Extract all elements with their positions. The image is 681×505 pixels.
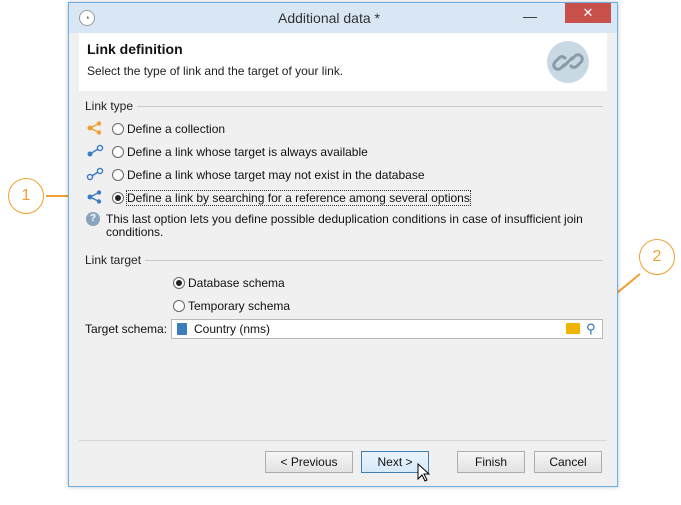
info-message: This last option lets you define possibl… — [106, 212, 583, 239]
folder-icon[interactable] — [566, 323, 580, 334]
link-target-label: Link target — [85, 253, 146, 267]
collection-icon — [87, 121, 102, 135]
option-database-schema[interactable]: Database schema — [188, 276, 285, 290]
callout-1: 1 — [8, 178, 44, 214]
cancel-button[interactable]: Cancel — [534, 451, 602, 473]
radio-define-link-may-not-exist[interactable] — [112, 169, 124, 181]
search-icon[interactable]: ⚲ — [586, 321, 600, 337]
title-bar: ◔ Additional data * — ✕ — [69, 3, 617, 33]
info-icon: ? — [86, 212, 100, 226]
link-icon — [86, 167, 104, 181]
option-define-collection[interactable]: Define a collection — [127, 122, 225, 136]
close-button[interactable]: ✕ — [565, 3, 611, 23]
link-target-divider — [85, 260, 603, 261]
finish-button[interactable]: Finish — [457, 451, 525, 473]
radio-define-link-by-searching[interactable] — [112, 192, 124, 204]
footer-separator — [79, 440, 607, 441]
option-define-link-always-available[interactable]: Define a link whose target is always ava… — [127, 145, 368, 159]
collection-icon — [87, 190, 102, 204]
option-temporary-schema[interactable]: Temporary schema — [188, 299, 290, 313]
link-badge-icon — [547, 41, 589, 83]
option-define-link-may-not-exist[interactable]: Define a link whose target may not exist… — [127, 168, 425, 182]
option-define-link-by-searching[interactable]: Define a link by searching for a referen… — [126, 190, 471, 206]
radio-define-collection[interactable] — [112, 123, 124, 135]
link-type-divider — [85, 106, 603, 107]
page-subtitle: Select the type of link and the target o… — [87, 64, 344, 78]
mouse-pointer-icon — [417, 463, 431, 482]
target-schema-field[interactable]: Country (nms) ⚲ — [171, 319, 603, 339]
radio-database-schema[interactable] — [173, 277, 185, 289]
dialog-window: ◔ Additional data * — ✕ Link definition … — [68, 2, 618, 487]
target-schema-label: Target schema: — [85, 322, 168, 336]
window-title: Additional data * — [278, 10, 380, 26]
link-icon — [87, 144, 104, 157]
previous-button[interactable]: < Previous — [265, 451, 353, 473]
schema-doc-icon — [177, 323, 187, 335]
page-title: Link definition — [87, 41, 183, 57]
link-type-label: Link type — [85, 99, 138, 113]
radio-define-link-always-available[interactable] — [112, 146, 124, 158]
radio-temporary-schema[interactable] — [173, 300, 185, 312]
target-schema-value: Country (nms) — [194, 322, 271, 336]
minimize-button[interactable]: — — [517, 9, 543, 27]
header-panel: Link definition Select the type of link … — [79, 33, 607, 91]
